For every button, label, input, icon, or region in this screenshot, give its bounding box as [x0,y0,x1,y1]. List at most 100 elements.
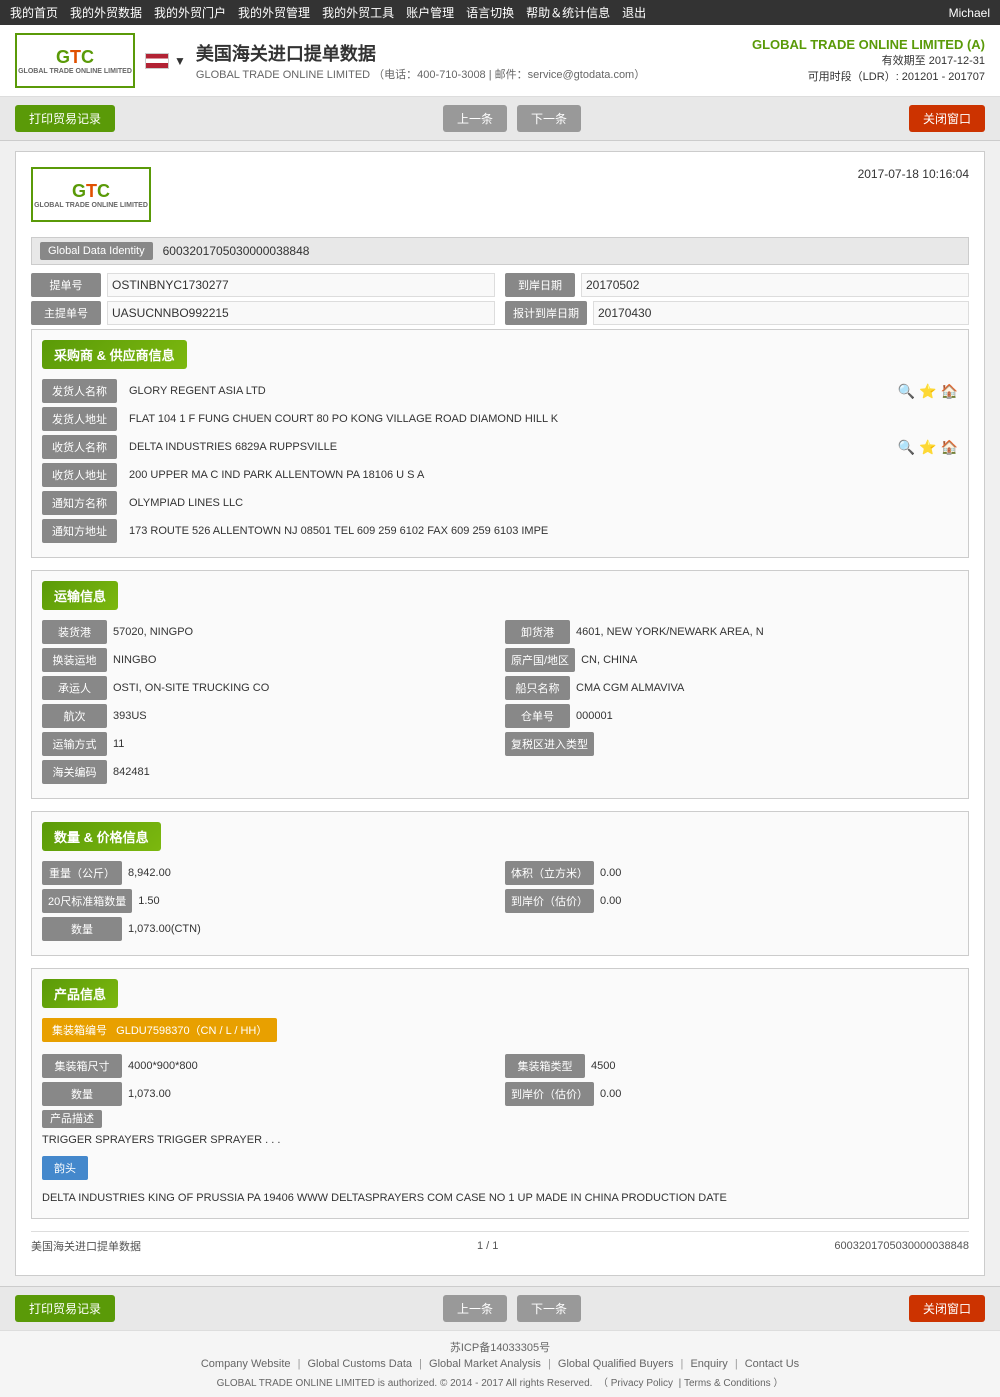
bottom-next-button[interactable]: 下一条 [517,1295,581,1322]
consignee-search-icon[interactable]: 🔍 [898,439,915,456]
consignee-star-icon[interactable]: ⭐ [919,439,936,456]
print-button[interactable]: 打印贸易记录 [15,105,115,132]
vessel-field: 船只名称 CMA CGM ALMAVIVA [505,676,958,700]
shipper-icons: 🔍 ⭐ 🏠 [898,383,958,400]
product-section-header: 产品信息 [42,979,118,1008]
shipper-name-row: 发货人名称 GLORY REGENT ASIA LTD 🔍 ⭐ 🏠 [42,379,958,403]
contact-info: GLOBAL TRADE ONLINE LIMITED （电话：400-710-… [196,66,645,82]
unloading-port-field: 卸货港 4601, NEW YORK/NEWARK AREA, N [505,620,958,644]
footer-enquiry[interactable]: Enquiry [690,1358,727,1370]
nav-help[interactable]: 帮助＆统计信息 [526,4,610,21]
arrival-price-field: 到岸价（估价） 0.00 [505,889,958,913]
carrier-value: OSTI, ON-SITE TRUCKING CO [113,682,495,694]
volume-value: 0.00 [600,867,958,879]
footer-qualified-buyers[interactable]: Global Qualified Buyers [558,1358,674,1370]
product-price-field: 到岸价（估价） 0.00 [505,1082,958,1106]
origin-country-label: 原产国/地区 [505,648,575,672]
warehouse-value: 000001 [576,710,958,722]
loading-port-value: 57020, NINGPO [113,626,495,638]
container-no-value: GLDU7598370（CN / L / HH） [116,1025,267,1037]
footer-privacy[interactable]: Privacy Policy [611,1378,673,1389]
arrival-price-label: 到岸价（估价） [505,889,594,913]
container-type-field: 集装箱类型 4500 [505,1054,958,1078]
customs-empty [505,760,958,784]
notify-name-row: 通知方名称 OLYMPIAD LINES LLC [42,491,958,515]
icp-number: 苏ICP备14033305号 [15,1339,985,1355]
quantity-empty [505,917,958,941]
bill-no-value: OSTINBNYC1730277 [107,273,495,297]
shipper-name-value: GLORY REGENT ASIA LTD [123,381,892,401]
container-size-value: 4000*900*800 [128,1060,495,1072]
home-icon[interactable]: 🏠 [941,383,958,400]
quantity-value: 1,073.00(CTN) [128,923,495,935]
remarks-button[interactable]: 韵头 [42,1156,88,1180]
product-desc-value: TRIGGER SPRAYERS TRIGGER SPRAYER . . . [42,1130,958,1150]
nav-home[interactable]: 我的首页 [10,4,58,21]
bottom-print-button[interactable]: 打印贸易记录 [15,1295,115,1322]
footer-market-analysis[interactable]: Global Market Analysis [429,1358,541,1370]
origin-country-value: CN, CHINA [581,654,958,666]
arrival-date-label: 到岸日期 [505,273,575,297]
notify-address-value: 173 ROUTE 526 ALLENTOWN NJ 08501 TEL 609… [123,521,958,541]
consignee-home-icon[interactable]: 🏠 [941,439,958,456]
arrival-date-value: 20170502 [581,273,969,297]
carrier-label: 承运人 [42,676,107,700]
nav-language[interactable]: 语言切换 [466,4,514,21]
master-bill-row: 主提单号 UASUCNNBO992215 报计到岸日期 20170430 [31,301,969,325]
available-time: 可用时段（LDR）: 201201 - 201707 [752,68,985,84]
footer-customs-data[interactable]: Global Customs Data [308,1358,413,1370]
flag-area: ▼ [145,53,186,69]
nav-logout[interactable]: 退出 [622,4,646,21]
notify-address-row: 通知方地址 173 ROUTE 526 ALLENTOWN NJ 08501 T… [42,519,958,543]
bonded-label: 复税区进入类型 [505,732,594,756]
shipper-address-value: FLAT 104 1 F FUNG CHUEN COURT 80 PO KONG… [123,409,958,429]
vessel-value: CMA CGM ALMAVIVA [576,682,958,694]
carrier-row: 承运人 OSTI, ON-SITE TRUCKING CO 船只名称 CMA C… [42,676,958,700]
transport-mode-value: 11 [113,738,495,750]
customs-value: 842481 [113,766,495,778]
footer-contact-us[interactable]: Contact Us [745,1358,799,1370]
weight-row: 重量（公斤） 8,942.00 体积（立方米） 0.00 [42,861,958,885]
consignee-address-row: 收货人地址 200 UPPER MA C IND PARK ALLENTOWN … [42,463,958,487]
quantity-row: 数量 1,073.00(CTN) [42,917,958,941]
transit-label: 换装运地 [42,648,107,672]
bottom-close-button[interactable]: 关闭窗口 [909,1295,985,1322]
prev-button[interactable]: 上一条 [443,105,507,132]
container-row: 20尺标准箱数量 1.50 到岸价（估价） 0.00 [42,889,958,913]
nav-management[interactable]: 我的外贸管理 [238,4,310,21]
bottom-prev-button[interactable]: 上一条 [443,1295,507,1322]
phone: 400-710-3008 [417,69,486,81]
product-desc-label: 产品描述 [42,1110,102,1128]
container20-label: 20尺标准箱数量 [42,889,132,913]
bill-row: 提单号 OSTINBNYC1730277 到岸日期 20170502 [31,273,969,297]
logo-area: GTC GLOBAL TRADE ONLINE LIMITED ▼ 美国海关进口… [15,33,645,88]
search-icon[interactable]: 🔍 [898,383,915,400]
container-type-value: 4500 [591,1060,958,1072]
nav-account[interactable]: 账户管理 [406,4,454,21]
nav-portal[interactable]: 我的外贸门户 [154,4,226,21]
arrival-date-group: 到岸日期 20170502 [505,273,969,297]
volume-label: 体积（立方米） [505,861,594,885]
carrier-field: 承运人 OSTI, ON-SITE TRUCKING CO [42,676,495,700]
product-qty-row: 数量 1,073.00 到岸价（估价） 0.00 [42,1082,958,1106]
remarks-value: DELTA INDUSTRIES KING OF PRUSSIA PA 1940… [42,1188,958,1208]
close-button[interactable]: 关闭窗口 [909,105,985,132]
star-icon[interactable]: ⭐ [919,383,936,400]
company-display: GLOBAL TRADE ONLINE LIMITED (A) [752,37,985,52]
container20-field: 20尺标准箱数量 1.50 [42,889,495,913]
consignee-address-label: 收货人地址 [42,463,117,487]
nav-data[interactable]: 我的外贸数据 [70,4,142,21]
footer-company-website[interactable]: Company Website [201,1358,291,1370]
flag-dropdown-icon[interactable]: ▼ [174,54,186,68]
container-size-label: 集装箱尺寸 [42,1054,122,1078]
product-price-label: 到岸价（估价） [505,1082,594,1106]
nav-tools[interactable]: 我的外贸工具 [322,4,394,21]
expected-arrival-label: 报计到岸日期 [505,301,587,325]
page-title: 美国海关进口提单数据 [196,40,645,66]
doc-footer-source: 美国海关进口提单数据 [31,1238,141,1254]
next-button[interactable]: 下一条 [517,105,581,132]
footer-terms[interactable]: Terms & Conditions [684,1378,771,1389]
product-desc-area: 产品描述 [42,1110,958,1126]
bonded-field: 复税区进入类型 [505,732,958,756]
consignee-name-row: 收货人名称 DELTA INDUSTRIES 6829A RUPPSVILLE … [42,435,958,459]
